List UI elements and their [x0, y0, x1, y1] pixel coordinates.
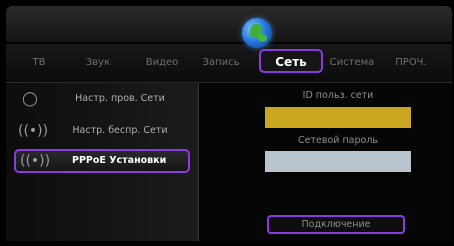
wired-network-icon: ◯ [22, 91, 38, 107]
tab-system[interactable]: Система [324, 54, 380, 72]
wireless-network-icon: ((•)) [18, 123, 49, 139]
menu-item-label: PPPoE Установки [72, 155, 167, 166]
connect-button[interactable]: Подключение [267, 215, 405, 234]
menu-item-pppoe[interactable]: ((•)) PPPoE Установки [14, 149, 190, 173]
password-label: Сетевой пароль [297, 135, 378, 146]
menu-item-wireless[interactable]: ((•)) Настр. беспр. Сети [14, 119, 190, 143]
menu-item-wired[interactable]: ◯ Настр. пров. Сети [14, 87, 190, 111]
tab-other[interactable]: ПРОЧ. [390, 54, 432, 72]
user-id-label: ID польз. сети [302, 90, 374, 101]
settings-tab-bar: ТВ Звук Видео Запись Сеть Система ПРОЧ. [6, 44, 452, 83]
tab-network[interactable]: Сеть [259, 49, 323, 73]
network-menu-panel: ◯ Настр. пров. Сети ((•)) Настр. беспр. … [6, 83, 199, 241]
menu-item-label: Настр. пров. Сети [75, 93, 165, 104]
menu-item-label: Настр. беспр. Сети [72, 125, 168, 136]
globe-icon [242, 18, 272, 48]
top-header-band [6, 6, 452, 42]
tab-sound[interactable]: Звук [78, 54, 118, 72]
user-id-field[interactable] [265, 107, 411, 128]
password-field[interactable] [265, 151, 411, 172]
tab-record[interactable]: Запись [198, 54, 244, 72]
tab-tv[interactable]: ТВ [26, 54, 52, 72]
pppoe-signal-icon: ((•)) [20, 153, 51, 169]
tab-video[interactable]: Видео [140, 54, 184, 72]
